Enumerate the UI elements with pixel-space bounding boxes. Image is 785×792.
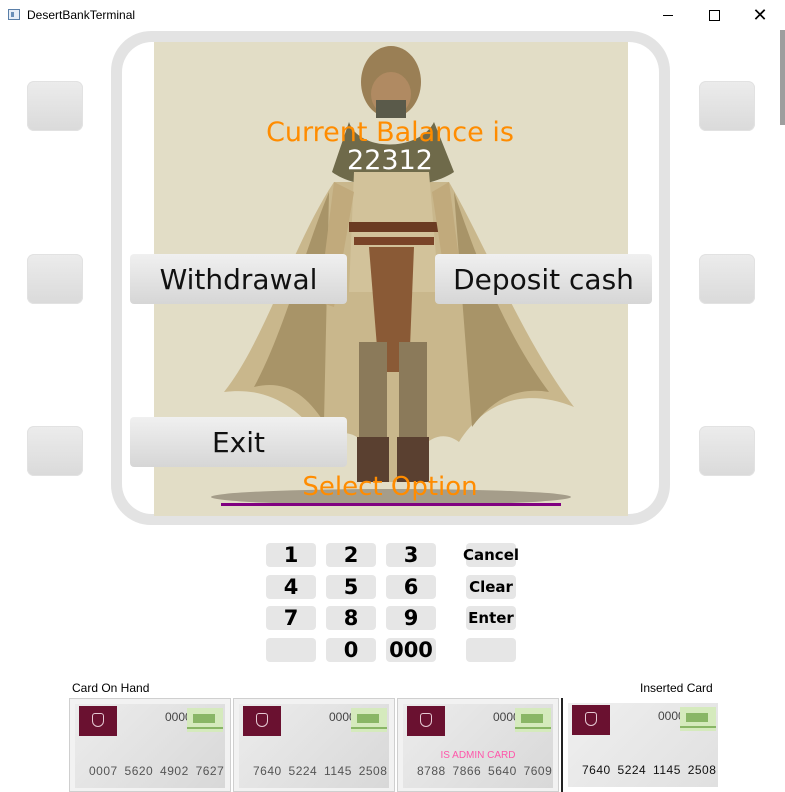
card-chip-icon xyxy=(187,708,223,732)
side-button-right-2[interactable] xyxy=(699,254,755,304)
bank-logo-icon xyxy=(243,706,281,736)
maximize-button[interactable] xyxy=(691,0,737,30)
card-on-hand-3[interactable]: 0000 IS ADMIN CARD 8788 7866 5640 7609 xyxy=(397,698,559,792)
card-face: 0000 7640 5224 1145 2508 xyxy=(239,704,389,788)
app-window-icon xyxy=(8,9,20,20)
card-chip-icon xyxy=(351,708,387,732)
close-button[interactable]: ✕ xyxy=(737,0,783,30)
card-face: 0000 0007 5620 4902 7627 xyxy=(75,704,225,788)
enter-key[interactable]: Enter xyxy=(466,606,516,630)
inserted-card-label: Inserted Card xyxy=(640,681,713,695)
window-titlebar: DesertBankTerminal ✕ xyxy=(0,0,785,30)
key-2[interactable]: 2 xyxy=(326,543,376,567)
minimize-icon xyxy=(663,14,673,16)
bank-logo-icon xyxy=(79,706,117,736)
select-option-prompt: Select Option xyxy=(302,472,478,502)
key-3[interactable]: 3 xyxy=(386,543,436,567)
cancel-key[interactable]: Cancel xyxy=(463,543,519,567)
key-000[interactable]: 000 xyxy=(386,638,436,662)
exit-button[interactable]: Exit xyxy=(130,417,347,467)
close-icon: ✕ xyxy=(752,5,768,25)
card-face: 0000 IS ADMIN CARD 8788 7866 5640 7609 xyxy=(403,704,553,788)
deposit-cash-button[interactable]: Deposit cash xyxy=(435,254,652,304)
key-1[interactable]: 1 xyxy=(266,543,316,567)
bank-logo-icon xyxy=(572,705,610,735)
side-button-right-3[interactable] xyxy=(699,426,755,476)
key-5[interactable]: 5 xyxy=(326,575,376,599)
key-0[interactable]: 0 xyxy=(326,638,376,662)
card-number: 0007 5620 4902 7627 xyxy=(89,764,225,778)
card-on-hand-label: Card On Hand xyxy=(72,681,150,695)
withdrawal-button[interactable]: Withdrawal xyxy=(130,254,347,304)
side-button-left-3[interactable] xyxy=(27,426,83,476)
blank-key-right[interactable] xyxy=(466,638,516,662)
card-number: 7640 5224 1145 2508 xyxy=(253,764,388,778)
window-title: DesertBankTerminal xyxy=(27,8,136,22)
card-face: 0000 7640 5224 1145 2508 xyxy=(568,703,718,787)
inserted-card[interactable]: 0000 7640 5224 1145 2508 xyxy=(561,698,723,792)
card-chip-icon xyxy=(680,707,716,731)
clear-key[interactable]: Clear xyxy=(466,575,516,599)
card-number: 8788 7866 5640 7609 xyxy=(417,764,553,778)
side-button-right-1[interactable] xyxy=(699,81,755,131)
window-scrollbar[interactable] xyxy=(780,30,785,125)
maximize-icon xyxy=(708,9,720,21)
card-on-hand-2[interactable]: 0000 7640 5224 1145 2508 xyxy=(233,698,395,792)
key-6[interactable]: 6 xyxy=(386,575,436,599)
side-button-left-1[interactable] xyxy=(27,81,83,131)
bank-logo-icon xyxy=(407,706,445,736)
key-4[interactable]: 4 xyxy=(266,575,316,599)
balance-label: Current Balance is xyxy=(266,117,514,148)
select-option-underline xyxy=(221,503,561,506)
balance-value: 22312 xyxy=(347,145,433,176)
blank-key-left[interactable] xyxy=(266,638,316,662)
minimize-button[interactable] xyxy=(645,0,691,30)
key-9[interactable]: 9 xyxy=(386,606,436,630)
side-button-left-2[interactable] xyxy=(27,254,83,304)
card-number: 7640 5224 1145 2508 xyxy=(582,763,717,777)
admin-card-badge: IS ADMIN CARD xyxy=(440,750,516,761)
card-on-hand-1[interactable]: 0000 0007 5620 4902 7627 xyxy=(69,698,231,792)
key-8[interactable]: 8 xyxy=(326,606,376,630)
card-chip-icon xyxy=(515,708,551,732)
key-7[interactable]: 7 xyxy=(266,606,316,630)
